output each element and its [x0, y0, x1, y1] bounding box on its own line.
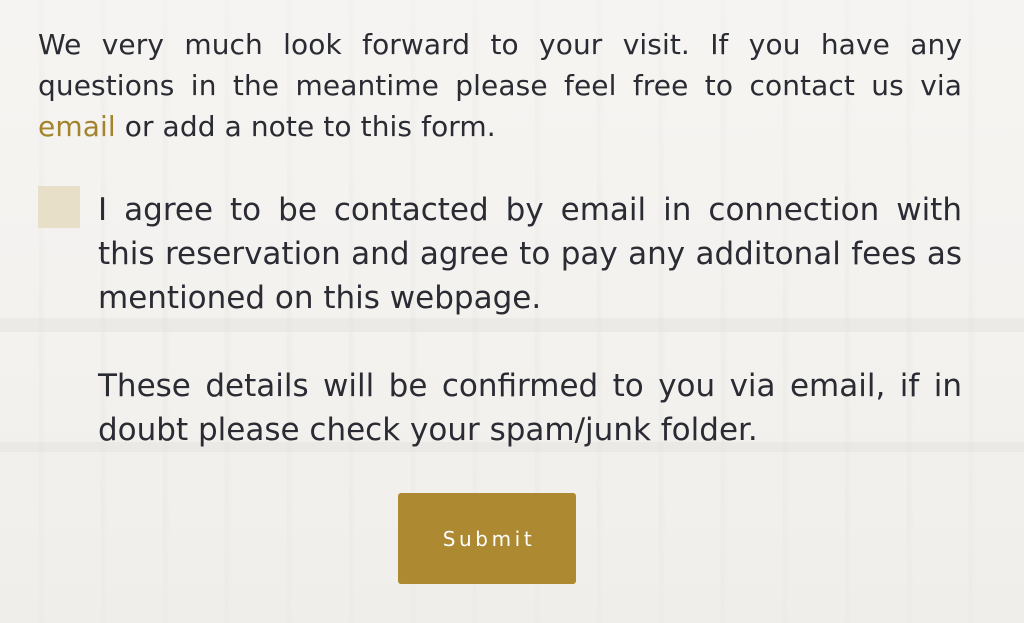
consent-checkbox[interactable] — [38, 186, 80, 228]
intro-text-after-link: or add a note to this form. — [115, 110, 496, 143]
background-beam — [0, 318, 1024, 332]
email-link[interactable]: email — [38, 110, 116, 143]
intro-text-before-link: We very much look forward to your visit.… — [38, 28, 962, 102]
consent-label: I agree to be contacted by email in conn… — [98, 192, 962, 316]
submit-button[interactable]: Submit — [398, 493, 576, 584]
confirmation-note: These details will be confirmed to you v… — [98, 368, 962, 448]
intro-paragraph: We very much look forward to your visit.… — [38, 24, 962, 147]
